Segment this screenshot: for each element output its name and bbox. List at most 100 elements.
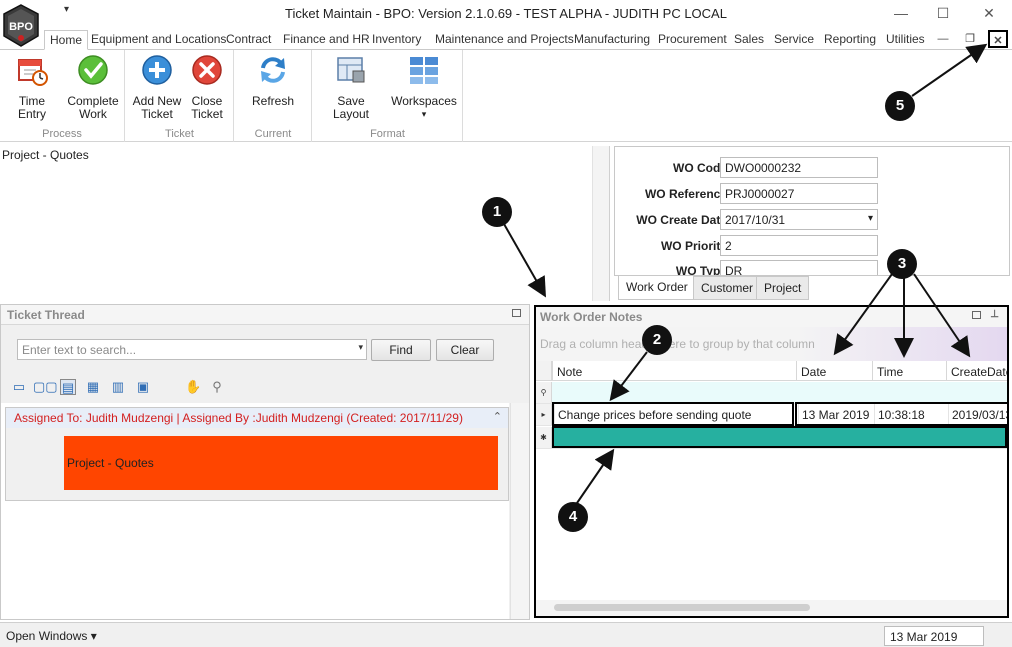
notes-grid-header: Note Date Time CreateDate xyxy=(536,361,1007,381)
hand-pan-icon[interactable]: ✋ xyxy=(185,379,201,395)
tab-project[interactable]: Project xyxy=(756,276,810,300)
work-order-form: WO Code DWO0000232 WO Reference PRJ00000… xyxy=(614,146,1010,276)
workspaces-button[interactable]: Workspaces ▾ xyxy=(391,54,457,121)
new-row-highlight-box xyxy=(552,426,1007,448)
find-button[interactable]: Find xyxy=(371,339,431,361)
add-new-ticket-button[interactable]: Add New Ticket xyxy=(132,54,182,121)
wo-reference-row: WO Reference PRJ0000027 xyxy=(615,183,1009,205)
list-view-icon[interactable]: ▤ xyxy=(60,379,76,395)
plus-circle-icon xyxy=(142,55,172,85)
status-date-field[interactable]: 13 Mar 2019 xyxy=(884,626,984,646)
row-indicator-icon: ▸ xyxy=(536,404,552,425)
tab-finance-and-hr[interactable]: Finance and HR xyxy=(278,30,375,50)
column-header-time[interactable]: Time xyxy=(872,361,946,381)
time-entry-button[interactable]: Time Entry xyxy=(4,54,60,121)
chevron-down-icon[interactable]: ▾ xyxy=(358,342,363,353)
column-header-createdate[interactable]: CreateDate xyxy=(946,361,1007,381)
wo-priority-field[interactable]: 2 xyxy=(720,235,878,256)
thread-entry[interactable]: Assigned To: Judith Mudzengi | Assigned … xyxy=(5,407,509,501)
collapse-icon[interactable]: ⌃ xyxy=(493,410,502,423)
open-windows-menu[interactable]: Open Windows ▾ xyxy=(6,629,97,643)
filter-row[interactable]: ⚲ xyxy=(536,382,1007,404)
tab-service[interactable]: Service xyxy=(769,30,819,50)
thread-search-placeholder: Enter text to search... xyxy=(22,343,137,357)
add-new-ticket-label-2: Ticket xyxy=(141,107,173,121)
project-panel-scrollbar[interactable] xyxy=(592,146,609,301)
layout-wrench-icon xyxy=(337,57,365,83)
tab-inventory[interactable]: Inventory xyxy=(367,30,426,50)
tab-manufacturing[interactable]: Manufacturing xyxy=(569,30,655,50)
tile-view-icon[interactable]: ▣ xyxy=(135,379,151,395)
tab-customer[interactable]: Customer xyxy=(693,276,762,300)
workspaces-label: Workspaces xyxy=(391,94,457,108)
project-description-panel[interactable]: Project - Quotes xyxy=(0,146,610,301)
link-icon[interactable]: ⚲ xyxy=(209,379,225,395)
ribbon-group-ticket: Add New Ticket Close Ticket Ticket xyxy=(126,50,234,142)
chevron-down-icon[interactable]: ▾ xyxy=(868,213,873,224)
panel-maximize-icon[interactable] xyxy=(972,311,981,319)
work-order-notes-panel: Work Order Notes ⊥ Drag a column header … xyxy=(534,305,1009,618)
new-row[interactable]: ✱ xyxy=(536,426,1007,449)
single-view-icon[interactable]: ▭ xyxy=(11,379,27,395)
ribbon-group-label-current: Current xyxy=(254,128,292,140)
tab-equipment-and-locations[interactable]: Equipment and Locations xyxy=(86,30,231,50)
mdi-minimize-button[interactable]: — xyxy=(933,30,953,48)
close-window-button[interactable]: ✕ xyxy=(974,3,1004,23)
mdi-close-button[interactable]: ✕ xyxy=(988,30,1008,48)
tab-procurement[interactable]: Procurement xyxy=(653,30,732,50)
wo-create-date-row: WO Create Date 2017/10/31 ▾ xyxy=(615,209,1009,231)
wo-reference-field[interactable]: PRJ0000027 xyxy=(720,183,878,204)
scroll-thumb[interactable] xyxy=(554,604,810,611)
tab-work-order[interactable]: Work Order xyxy=(618,276,696,300)
wo-create-date-field[interactable]: 2017/10/31 ▾ xyxy=(720,209,878,230)
notes-horizontal-scrollbar[interactable] xyxy=(536,600,1007,616)
refresh-label: Refresh xyxy=(251,94,295,108)
save-layout-button[interactable]: Save Layout xyxy=(319,54,383,121)
save-layout-label: Save Layout xyxy=(332,94,370,121)
wo-code-label: WO Code xyxy=(673,161,727,175)
status-date-value: 13 Mar 2019 xyxy=(890,630,958,644)
ribbon-group-current: Refresh Current xyxy=(235,50,312,142)
tab-reporting[interactable]: Reporting xyxy=(819,30,881,50)
pin-icon[interactable]: ⊥ xyxy=(990,309,999,320)
thread-entry-header: Assigned To: Judith Mudzengi | Assigned … xyxy=(6,408,508,428)
thread-scrollbar[interactable] xyxy=(510,403,529,619)
minimize-button[interactable]: — xyxy=(886,3,916,23)
wo-code-field[interactable]: DWO0000232 xyxy=(720,157,878,178)
grid-view-icon[interactable]: ▦ xyxy=(85,379,101,395)
panel-maximize-icon[interactable] xyxy=(512,309,521,317)
tab-sales[interactable]: Sales xyxy=(729,30,769,50)
close-ticket-button[interactable]: Close Ticket xyxy=(184,54,230,121)
ribbon-tabs: Home Equipment and Locations Contract Fi… xyxy=(0,28,1012,50)
complete-work-button[interactable]: Complete Work xyxy=(64,54,122,121)
header-indicator xyxy=(536,361,552,380)
column-header-note[interactable]: Note xyxy=(552,361,796,381)
group-by-area[interactable]: Drag a column header here to group by th… xyxy=(536,327,1007,361)
project-description-text: Project - Quotes xyxy=(2,148,89,162)
wo-type-field[interactable]: DR xyxy=(720,260,878,275)
callout-badge-4: 4 xyxy=(558,502,588,532)
clear-button[interactable]: Clear xyxy=(436,339,494,361)
callout-badge-2: 2 xyxy=(642,325,672,355)
refresh-button[interactable]: Refresh xyxy=(247,54,299,108)
ribbon-group-label-format: Format xyxy=(370,128,405,140)
ribbon-group-label-process: Process xyxy=(42,128,82,140)
dual-view-icon[interactable]: ▢▢ xyxy=(33,379,58,395)
tab-contract[interactable]: Contract xyxy=(221,30,276,50)
tab-maintenance-and-projects[interactable]: Maintenance and Projects xyxy=(430,30,579,50)
wo-reference-label: WO Reference xyxy=(644,187,727,201)
column-header-date[interactable]: Date xyxy=(796,361,872,381)
tab-home[interactable]: Home xyxy=(44,30,89,50)
tab-utilities[interactable]: Utilities xyxy=(881,30,930,50)
thread-search-input[interactable]: Enter text to search... ▾ xyxy=(17,339,367,360)
date-time-highlight-box xyxy=(795,402,1007,426)
mdi-restore-button[interactable]: ❐ xyxy=(960,30,980,48)
thread-list: Assigned To: Judith Mudzengi | Assigned … xyxy=(1,403,509,619)
refresh-icon xyxy=(261,57,285,83)
table-row[interactable]: ▸ Change prices before sending quote 13 … xyxy=(536,402,1007,426)
columns-view-icon[interactable]: ▥ xyxy=(110,379,126,395)
callout-badge-3: 3 xyxy=(887,249,917,279)
maximize-button[interactable]: ☐ xyxy=(928,3,958,23)
bpo-logo[interactable]: BPO xyxy=(2,4,40,48)
work-order-notes-title: Work Order Notes ⊥ xyxy=(536,307,1007,327)
